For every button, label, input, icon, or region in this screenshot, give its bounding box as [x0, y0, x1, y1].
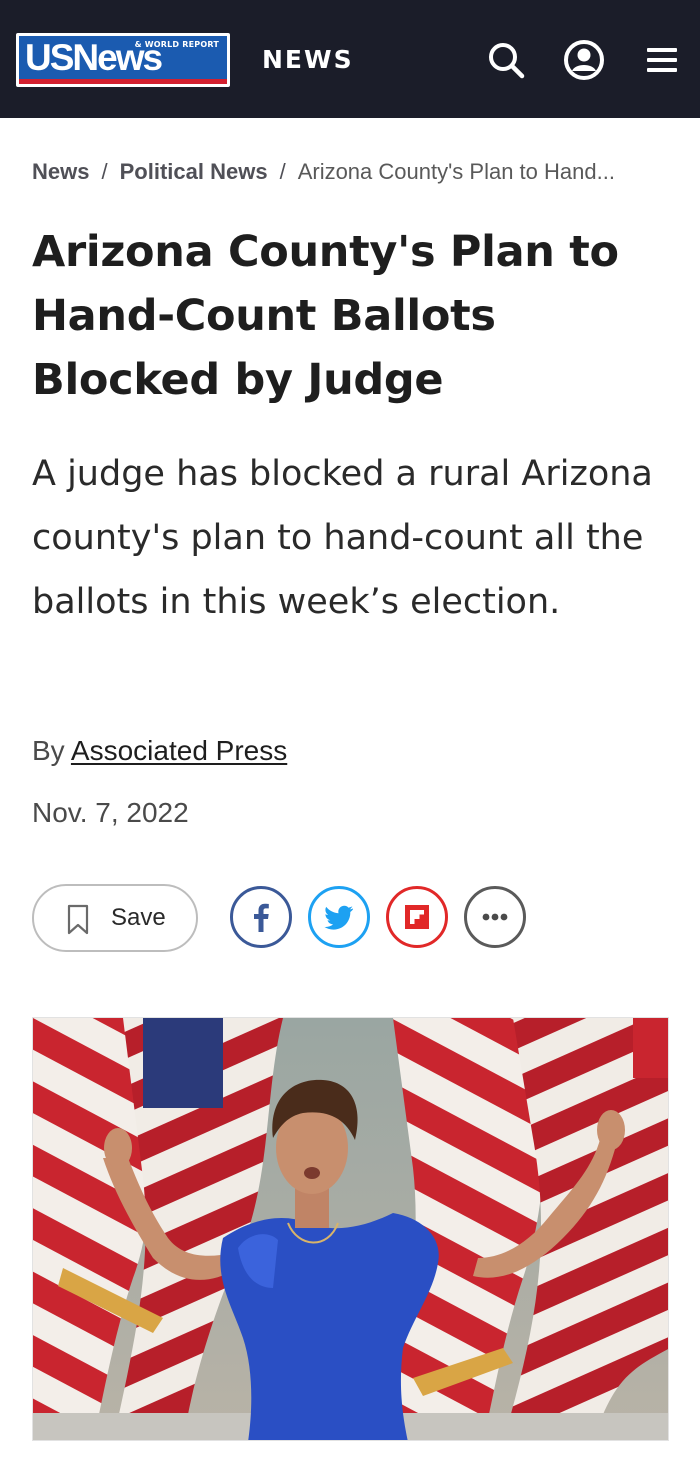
twitter-share-button[interactable]: [308, 886, 370, 948]
article-dek: A judge has blocked a rural Arizona coun…: [32, 454, 653, 622]
more-share-button[interactable]: [464, 886, 526, 948]
account-icon[interactable]: [562, 38, 606, 82]
flipboard-icon: [405, 905, 429, 929]
usnews-logo[interactable]: USNews & WORLD REPORT: [16, 33, 230, 87]
more-icon: [482, 913, 508, 921]
article-headline: Arizona County's Plan to Hand-Count Ball…: [32, 227, 619, 405]
save-label: Save: [111, 904, 166, 931]
menu-icon[interactable]: [640, 38, 684, 82]
logo-subtitle: & WORLD REPORT: [134, 40, 219, 49]
logo-stripe: [19, 79, 227, 84]
bookmark-icon: [67, 904, 89, 935]
search-icon[interactable]: [484, 38, 528, 82]
logo-badge: USNews & WORLD REPORT: [19, 36, 227, 84]
publish-date: Nov. 7, 2022: [32, 797, 189, 828]
flipboard-share-button[interactable]: [386, 886, 448, 948]
facebook-icon: [254, 903, 269, 932]
section-label[interactable]: NEWS: [262, 44, 354, 76]
save-button[interactable]: Save: [32, 884, 198, 952]
lead-photo: [32, 1017, 669, 1441]
breadcrumb-separator: /: [101, 159, 108, 184]
site-header: USNews & WORLD REPORT NEWS: [0, 0, 700, 118]
twitter-icon: [324, 905, 353, 930]
breadcrumb-news-link[interactable]: News: [32, 159, 89, 184]
breadcrumb-separator: /: [279, 159, 286, 184]
lead-photo-image: [33, 1018, 668, 1440]
breadcrumb-current: Arizona County's Plan to Hand...: [297, 159, 615, 184]
byline-prefix: By: [32, 735, 65, 766]
breadcrumb-political-news-link[interactable]: Political News: [120, 159, 268, 184]
facebook-share-button[interactable]: [230, 886, 292, 948]
breadcrumb: News / Political News / Arizona County's Pla…: [32, 157, 672, 187]
byline: By Associated Press: [32, 733, 287, 769]
author-link[interactable]: Associated Press: [71, 735, 287, 766]
